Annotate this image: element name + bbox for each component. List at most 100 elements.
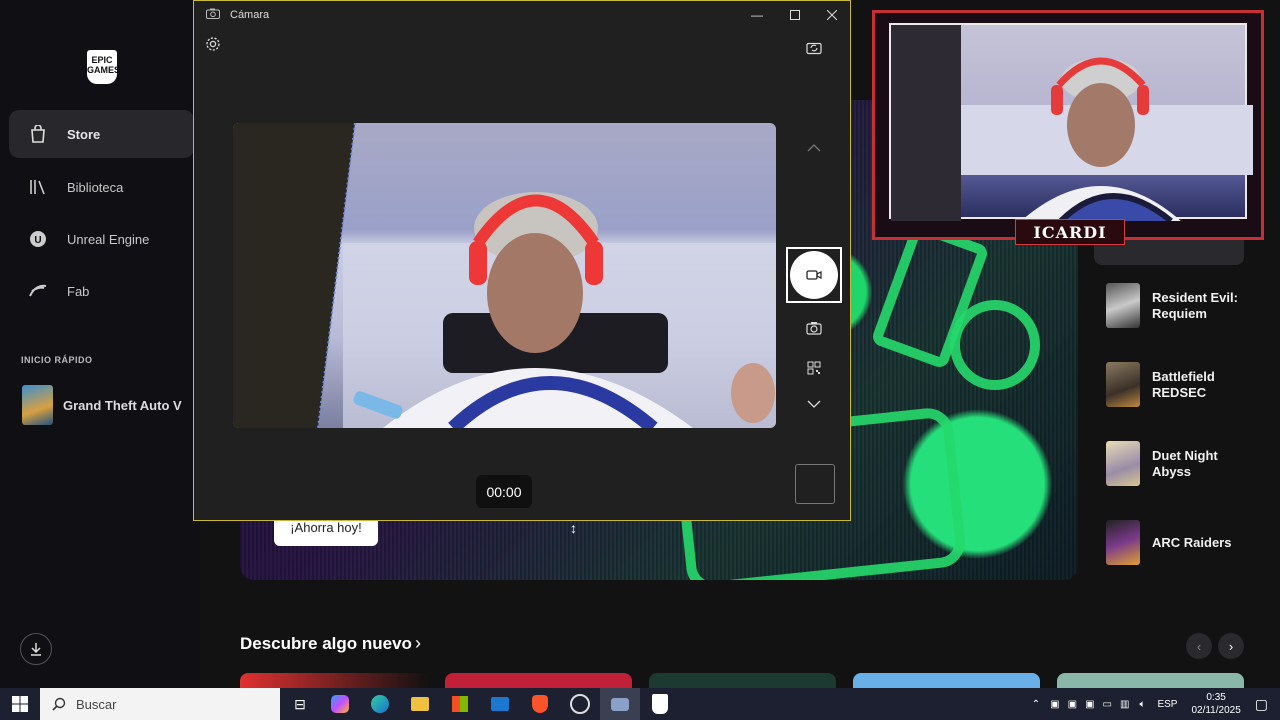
sidebar-item-label: Unreal Engine: [67, 231, 150, 247]
edge-button[interactable]: [360, 688, 400, 720]
speedtest-icon: [570, 694, 590, 714]
language-indicator[interactable]: ESP: [1157, 699, 1177, 710]
right-list-item[interactable]: Resident Evil: Requiem: [1106, 283, 1252, 328]
sidebar-item-label: Biblioteca: [67, 179, 124, 195]
shopping-bag-icon: [29, 125, 47, 143]
edge-icon: [371, 695, 389, 713]
discover-tile[interactable]: [649, 673, 836, 688]
close-button[interactable]: [814, 5, 850, 25]
clock[interactable]: 0:35 02/11/2025: [1191, 691, 1240, 717]
chevron-down-icon: [807, 400, 821, 408]
gta-thumbnail: [22, 385, 53, 425]
sidebar-item-label: Store: [67, 126, 101, 142]
brave-icon: [532, 695, 548, 713]
record-video-button[interactable]: [790, 251, 838, 299]
right-list-label: Resident Evil: Requiem: [1152, 289, 1238, 321]
switch-camera-icon: [806, 42, 822, 55]
camera-settings-button[interactable]: [199, 30, 227, 58]
camera-taskbar-button[interactable]: [600, 688, 640, 720]
record-video-focus[interactable]: [786, 247, 842, 303]
camera-window-title: Cámara: [230, 9, 270, 21]
chevron-left-icon: ‹: [1196, 638, 1202, 654]
store-button[interactable]: [440, 688, 480, 720]
epic-logo[interactable]: EPIC GAMES: [87, 50, 120, 84]
sidebar-item-biblioteca[interactable]: Biblioteca: [9, 163, 194, 211]
right-list-item[interactable]: ARC Raiders: [1106, 520, 1252, 565]
right-list-label: Battlefield REDSEC: [1152, 368, 1215, 400]
mail-button[interactable]: [480, 688, 520, 720]
game-thumbnail: [1106, 441, 1140, 486]
system-tray: ⌃ ▣ ▣ ▣ ▭ ▥ 🔈︎ ESP 0:35 02/11/2025 ▢: [1026, 688, 1280, 720]
carousel-next-button[interactable]: ›: [1218, 633, 1244, 659]
sidebar-item-fab[interactable]: Fab: [9, 267, 194, 315]
taskbar-search[interactable]: Buscar: [40, 688, 280, 720]
resize-cursor-icon: ↕: [570, 520, 577, 536]
brave-button[interactable]: [520, 688, 560, 720]
fab-icon: [29, 282, 47, 300]
game-thumbnail: [1106, 520, 1140, 565]
quick-start-item[interactable]: Grand Theft Auto V: [22, 385, 182, 425]
epic-sidebar: EPIC GAMES Store Biblioteca U Unreal Engi…: [0, 0, 200, 688]
battery-icon[interactable]: ▭: [1103, 699, 1112, 710]
discover-tile[interactable]: [240, 673, 430, 688]
camera-icon: [611, 697, 629, 711]
camera-preview: [233, 123, 776, 428]
sidebar-item-unreal-engine[interactable]: U Unreal Engine: [9, 215, 194, 263]
chevron-up-icon: [807, 144, 821, 152]
maximize-icon: [790, 10, 800, 20]
search-icon: [52, 697, 66, 711]
copilot-icon: [331, 695, 349, 713]
tray-app-icon[interactable]: ▣: [1068, 699, 1077, 710]
camera-app-icon: [206, 6, 220, 24]
qr-code-mode-button[interactable]: [800, 354, 828, 382]
mail-icon: [491, 697, 509, 711]
search-placeholder: Buscar: [76, 696, 117, 712]
speedtest-button[interactable]: [560, 688, 600, 720]
qr-code-icon: [807, 361, 821, 375]
discover-tile[interactable]: [853, 673, 1040, 688]
chevron-right-icon: ›: [1228, 638, 1234, 654]
chevron-right-icon[interactable]: ›: [415, 633, 421, 654]
right-list-item[interactable]: Duet Night Abyss: [1106, 441, 1252, 486]
task-view-icon: ⊟: [294, 695, 306, 712]
close-icon: [827, 10, 837, 20]
download-icon: [31, 643, 41, 656]
sidebar-item-label: Fab: [67, 283, 90, 299]
start-button[interactable]: [0, 688, 40, 720]
file-explorer-button[interactable]: [400, 688, 440, 720]
right-list-item[interactable]: Battlefield REDSEC: [1106, 362, 1252, 407]
scroll-down-button[interactable]: [800, 390, 828, 418]
sidebar-item-store[interactable]: Store: [9, 110, 194, 158]
epic-games-taskbar-button[interactable]: [640, 688, 680, 720]
notifications-icon[interactable]: ▢: [1255, 696, 1268, 713]
chevron-up-icon[interactable]: ⌃: [1032, 699, 1040, 710]
discover-title[interactable]: Descubre algo nuevo: [240, 634, 412, 654]
task-view-button[interactable]: ⊟: [280, 688, 320, 720]
downloads-button[interactable]: [20, 633, 52, 665]
recording-timer: 00:00: [476, 475, 532, 508]
folder-icon: [411, 697, 429, 711]
quick-start-title: INICIO RÁPIDO: [21, 355, 93, 365]
camera-icon: [806, 322, 822, 335]
discover-tile[interactable]: [445, 673, 632, 688]
game-thumbnail: [1106, 362, 1140, 407]
switch-camera-button[interactable]: [800, 34, 828, 62]
volume-icon[interactable]: 🔈︎: [1139, 699, 1145, 710]
discover-tile[interactable]: [1057, 673, 1244, 688]
maximize-button[interactable]: [777, 5, 813, 25]
photo-mode-button[interactable]: [800, 314, 828, 342]
tray-app-icon[interactable]: ▣: [1050, 699, 1059, 710]
carousel-prev-button[interactable]: ‹: [1186, 633, 1212, 659]
last-capture-thumbnail[interactable]: [795, 464, 835, 504]
camera-window[interactable]: Cámara — 00:00: [193, 0, 851, 521]
store-icon: [452, 696, 468, 712]
game-thumbnail: [1106, 283, 1140, 328]
scroll-up-button[interactable]: [800, 134, 828, 162]
copilot-button[interactable]: [320, 688, 360, 720]
network-icon[interactable]: ▥: [1120, 699, 1129, 710]
quick-start-game-label: Grand Theft Auto V: [63, 397, 182, 413]
minimize-button[interactable]: —: [739, 5, 775, 25]
unreal-engine-icon: U: [29, 230, 47, 248]
overlay-name-plate: ICARDI: [1015, 219, 1125, 245]
tray-app-icon[interactable]: ▣: [1085, 699, 1094, 710]
